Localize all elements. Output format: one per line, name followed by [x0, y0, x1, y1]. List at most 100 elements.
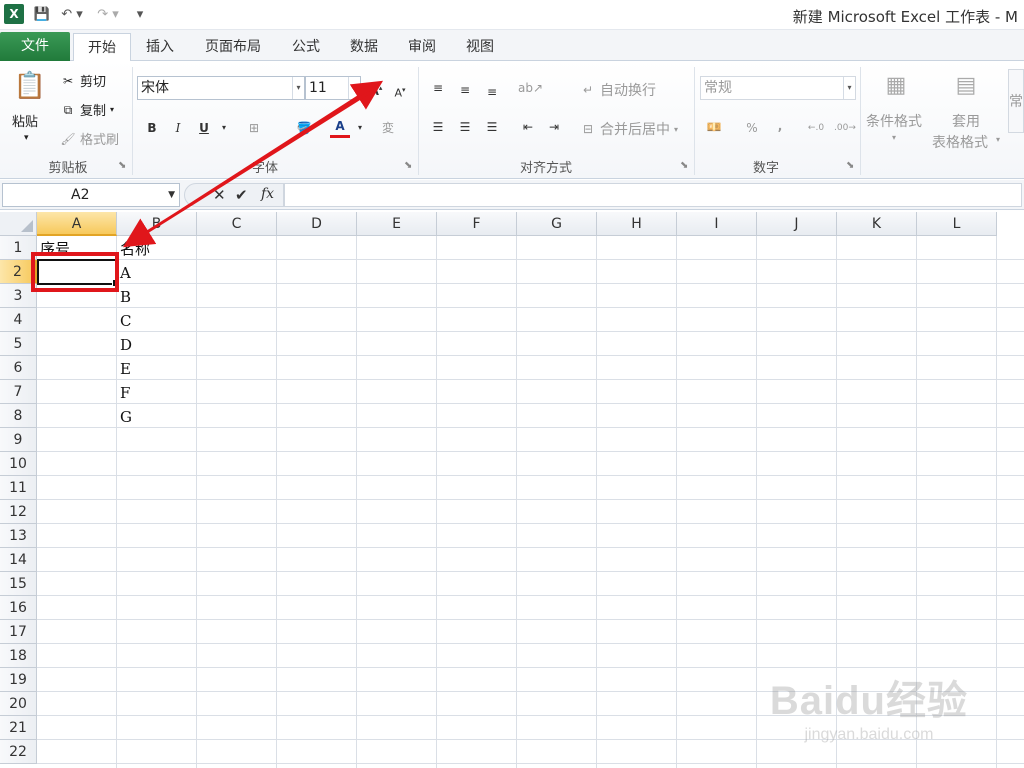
- cell-B2[interactable]: A: [117, 260, 197, 284]
- row-header-20[interactable]: 20: [0, 692, 37, 716]
- row-header-14[interactable]: 14: [0, 548, 37, 572]
- comma-style-button[interactable]: ,: [770, 116, 790, 136]
- tab-home[interactable]: 开始: [73, 33, 131, 62]
- wrap-text-button[interactable]: ↵ 自动换行: [580, 80, 656, 100]
- cell-B3[interactable]: B: [117, 284, 197, 308]
- row-header-5[interactable]: 5: [0, 332, 37, 356]
- insert-function-icon[interactable]: fx: [261, 186, 274, 202]
- number-format-combo[interactable]: 常规 ▾: [700, 76, 856, 100]
- accounting-format-icon[interactable]: 💴: [704, 117, 724, 137]
- select-all-button[interactable]: [0, 212, 37, 236]
- row-header-11[interactable]: 11: [0, 476, 37, 500]
- cell-B5[interactable]: D: [117, 332, 197, 356]
- decrease-indent-icon[interactable]: ⇤: [518, 117, 538, 137]
- enter-icon[interactable]: ✔: [235, 186, 248, 204]
- increase-indent-icon[interactable]: ⇥: [544, 117, 564, 137]
- align-bottom-icon[interactable]: ≡: [482, 82, 502, 102]
- cell-B6[interactable]: E: [117, 356, 197, 380]
- row-header-12[interactable]: 12: [0, 500, 37, 524]
- row-header-15[interactable]: 15: [0, 572, 37, 596]
- copy-button[interactable]: ⧉ 复制 ▾: [60, 100, 114, 120]
- italic-button[interactable]: I: [168, 118, 188, 138]
- orientation-icon[interactable]: ab↗: [518, 78, 543, 98]
- format-painter-button[interactable]: 🖌 格式刷: [60, 129, 119, 149]
- paste-dropdown-icon[interactable]: ▾: [24, 133, 29, 143]
- align-top-icon[interactable]: ≡: [428, 78, 448, 98]
- merge-center-button[interactable]: ⊟ 合并后居中 ▾: [580, 119, 678, 139]
- column-header-A[interactable]: A: [37, 212, 117, 236]
- row-header-4[interactable]: 4: [0, 308, 37, 332]
- customize-quick-access-icon[interactable]: ▾: [132, 4, 148, 24]
- phonetic-icon[interactable]: 変: [378, 118, 398, 138]
- alignment-launcher-icon[interactable]: ⬊: [680, 160, 688, 171]
- formula-input[interactable]: [284, 183, 1022, 207]
- borders-icon[interactable]: ⊞: [244, 118, 264, 138]
- format-as-table-dropdown-icon[interactable]: ▾: [996, 135, 1000, 144]
- paste-icon[interactable]: 📋: [14, 69, 46, 103]
- column-header-D[interactable]: D: [277, 212, 357, 236]
- column-header-K[interactable]: K: [837, 212, 917, 236]
- cell-B7[interactable]: F: [117, 380, 197, 404]
- align-center-icon[interactable]: ☰: [455, 117, 475, 137]
- tab-file[interactable]: 文件: [0, 32, 70, 61]
- conditional-format-icon[interactable]: ▦: [880, 69, 912, 101]
- conditional-format-button[interactable]: 条件格式: [866, 111, 922, 131]
- cut-button[interactable]: ✂ 剪切: [60, 71, 106, 91]
- clipboard-launcher-icon[interactable]: ⬊: [118, 160, 126, 171]
- font-launcher-icon[interactable]: ⬊: [404, 160, 412, 171]
- row-header-6[interactable]: 6: [0, 356, 37, 380]
- row-header-18[interactable]: 18: [0, 644, 37, 668]
- column-header-C[interactable]: C: [197, 212, 277, 236]
- column-header-B[interactable]: B: [117, 212, 197, 236]
- font-color-button[interactable]: A: [330, 116, 350, 138]
- tab-insert[interactable]: 插入: [138, 33, 182, 61]
- column-header-L[interactable]: L: [917, 212, 997, 236]
- tab-view[interactable]: 视图: [458, 33, 502, 61]
- row-header-17[interactable]: 17: [0, 620, 37, 644]
- row-header-19[interactable]: 19: [0, 668, 37, 692]
- row-header-8[interactable]: 8: [0, 404, 37, 428]
- cell-B4[interactable]: C: [117, 308, 197, 332]
- underline-dropdown-icon[interactable]: ▾: [214, 118, 234, 138]
- column-header-F[interactable]: F: [437, 212, 517, 236]
- conditional-format-dropdown-icon[interactable]: ▾: [892, 133, 896, 142]
- format-as-table-button[interactable]: 套用: [952, 111, 980, 131]
- row-header-16[interactable]: 16: [0, 596, 37, 620]
- align-left-icon[interactable]: ☰: [428, 117, 448, 137]
- row-header-10[interactable]: 10: [0, 452, 37, 476]
- align-middle-icon[interactable]: ≡: [455, 80, 475, 100]
- format-as-table-icon[interactable]: ▤: [950, 69, 982, 101]
- column-header-G[interactable]: G: [517, 212, 597, 236]
- row-header-22[interactable]: 22: [0, 740, 37, 764]
- name-box[interactable]: A2 ▼: [2, 183, 180, 207]
- row-header-21[interactable]: 21: [0, 716, 37, 740]
- undo-icon[interactable]: ↶ ▾: [58, 4, 86, 24]
- row-header-7[interactable]: 7: [0, 380, 37, 404]
- number-launcher-icon[interactable]: ⬊: [846, 160, 854, 171]
- tab-formulas[interactable]: 公式: [284, 33, 328, 61]
- tab-data[interactable]: 数据: [342, 33, 386, 61]
- column-header-H[interactable]: H: [597, 212, 677, 236]
- row-header-13[interactable]: 13: [0, 524, 37, 548]
- excel-logo-icon[interactable]: X: [4, 4, 24, 24]
- cell-styles-button[interactable]: 常: [1008, 69, 1024, 133]
- grow-font-icon[interactable]: A▴: [366, 78, 386, 98]
- underline-button[interactable]: U: [194, 118, 214, 138]
- bold-button[interactable]: B: [142, 118, 162, 138]
- tab-page-layout[interactable]: 页面布局: [198, 33, 268, 61]
- cell-B8[interactable]: G: [117, 404, 197, 428]
- align-right-icon[interactable]: ☰: [482, 117, 502, 137]
- fill-color-icon[interactable]: 🪣: [294, 118, 314, 138]
- font-color-dropdown-icon[interactable]: ▾: [350, 118, 370, 138]
- column-header-E[interactable]: E: [357, 212, 437, 236]
- redo-icon[interactable]: ↷ ▾: [94, 4, 122, 24]
- percent-style-button[interactable]: %: [742, 118, 762, 138]
- cancel-icon[interactable]: ✕: [213, 186, 226, 204]
- paste-button[interactable]: 粘贴: [12, 111, 38, 130]
- increase-decimal-icon[interactable]: ←.0: [806, 118, 826, 138]
- shrink-font-icon[interactable]: A▾: [390, 80, 410, 100]
- column-header-J[interactable]: J: [757, 212, 837, 236]
- tab-review[interactable]: 审阅: [400, 33, 444, 61]
- save-icon[interactable]: 💾: [32, 4, 52, 24]
- font-size-combo[interactable]: 11 ▾: [305, 76, 361, 100]
